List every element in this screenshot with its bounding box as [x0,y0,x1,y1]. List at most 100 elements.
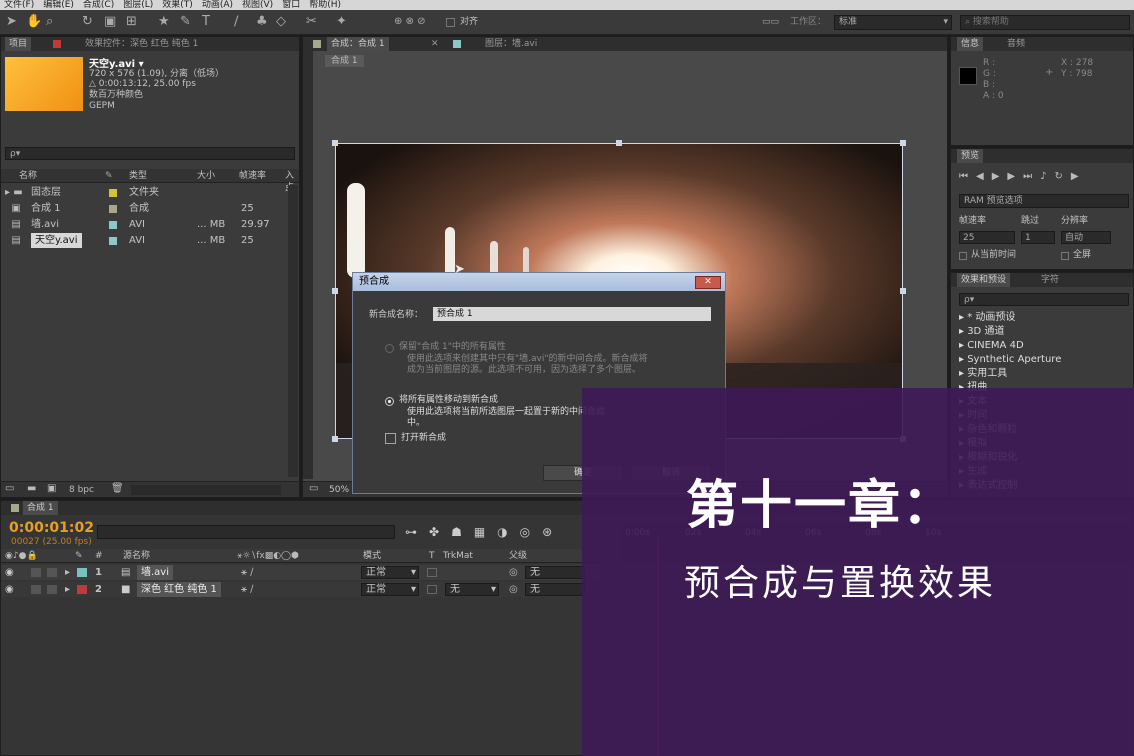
handle-ml[interactable] [332,288,338,294]
menu-item-6[interactable]: 视图(V) [242,0,273,10]
loop-icon[interactable]: ↻ [1055,171,1071,182]
effects-category[interactable]: ▸ 实用工具 [959,367,1007,381]
draft-3d-icon[interactable]: ✤ [429,525,451,539]
col-name[interactable]: 名称 [19,170,37,182]
brush-tool-icon[interactable]: ∕ [234,15,238,29]
layer-switch-icon[interactable]: ⚹ ∕ [241,565,254,580]
from-current-checkbox[interactable] [959,252,967,260]
project-item[interactable]: ▸ ▬ 固态层 文件夹 [1,185,285,200]
full-screen-checkbox[interactable] [1061,252,1069,260]
fps-select[interactable]: 25 [959,231,1015,244]
open-new-comp-checkbox[interactable] [385,433,396,444]
layer-name[interactable]: 深色 红色 纯色 1 [137,582,221,597]
new-comp-icon[interactable]: ▣ [47,483,56,494]
text-tool-icon[interactable]: T [202,15,210,29]
hand-tool-icon[interactable]: ✋ [26,15,42,29]
menu-item-4[interactable]: 效果(T) [162,0,193,10]
play-icon[interactable]: ▶ [992,171,1008,182]
roto-tool-icon[interactable]: ✂ [306,15,317,29]
project-item[interactable]: ▤ 天空y.avi AVI ... MB 25 [1,233,285,248]
comp-vscrollbar[interactable] [303,51,313,479]
solo-toggle[interactable] [31,568,41,577]
col-mode[interactable]: 模式 [363,550,381,562]
motion-blur-icon[interactable]: ◑ [497,525,519,539]
tab-effect-controls[interactable]: 效果控件：深色 红色 纯色 1 [81,37,202,51]
tab-effects-presets[interactable]: 效果和预设 [957,273,1011,287]
timeline-switches[interactable]: ⊶✤☗▦◑◎⊛ [405,525,564,539]
col-fps[interactable]: 帧速率 [239,170,266,182]
close-icon[interactable]: ✕ [695,276,721,289]
col-source-name[interactable]: 源名称 [123,550,150,562]
comp-mini-flowchart-icon[interactable]: ⊶ [405,525,429,539]
tab-project[interactable]: 项目 [5,37,32,51]
preserve-transparency-checkbox[interactable] [427,585,437,594]
interpret-footage-icon[interactable]: ▭ [5,483,14,494]
handle-tl[interactable] [332,140,338,146]
menu-item-0[interactable]: 文件(F) [4,0,34,10]
new-folder-icon[interactable]: ▬ [27,483,36,494]
timeline-layer-row[interactable]: ◉ ▸ 2 ■ 深色 红色 纯色 1 ⚹ ∕ 正常 ▾ 无 ▾ ◎ 无 [1,582,601,597]
pickwhip-icon[interactable]: ◎ [509,565,518,580]
search-help-input[interactable]: ⌕ 搜索帮助 [960,15,1130,30]
timeline-search-input[interactable] [97,525,395,539]
tab-audio[interactable]: 音频 [1003,37,1029,51]
blend-mode-select[interactable]: 正常 ▾ [361,566,419,579]
layer-switch-icon[interactable]: ⚹ ∕ [241,582,254,597]
handle-bl[interactable] [332,436,338,442]
tab-layer[interactable]: 图层：墙.avi [481,37,541,51]
zoom-level[interactable]: 50% [329,484,349,496]
option-keep-radio[interactable] [385,344,394,353]
blend-mode-select[interactable]: 正常 ▾ [361,583,419,596]
effects-category[interactable]: ▸ 3D 通道 [959,325,1004,339]
menu-item-2[interactable]: 合成(C) [83,0,114,10]
pickwhip-icon[interactable]: ◎ [509,582,518,597]
prev-frame-icon[interactable]: ◀ [976,171,992,182]
effects-category[interactable]: ▸ CINEMA 4D [959,339,1024,353]
eye-icon[interactable]: ◉ [5,582,14,597]
col-size[interactable]: 大小 [197,170,215,182]
new-comp-name-input[interactable]: 预合成 1 [433,307,711,321]
clone-tool-icon[interactable]: ♣ [256,15,268,29]
handle-mr[interactable] [900,288,906,294]
current-timecode[interactable]: 0:00:01:02 [9,520,94,536]
layer-name[interactable]: 墙.avi [137,565,174,580]
tab-info[interactable]: 信息 [957,37,984,51]
effects-category[interactable]: ▸ Synthetic Aperture [959,353,1061,367]
last-frame-icon[interactable]: ⏭ [1023,171,1040,182]
tab-character[interactable]: 字符 [1037,273,1063,287]
trkmat-select[interactable]: 无 ▾ [445,583,499,596]
eye-icon[interactable]: ◉ [5,565,14,580]
menu-item-3[interactable]: 图层(L) [123,0,153,10]
parent-select[interactable]: 无 [525,566,585,579]
menu-item-8[interactable]: 帮助(H) [309,0,341,10]
preserve-transparency-checkbox[interactable] [427,568,437,577]
tab-timeline-comp[interactable]: 合成 1 [23,501,58,515]
camera-tool-icon[interactable]: ▣ [104,15,116,29]
effects-search-input[interactable]: ρ▾ [959,293,1129,306]
zoom-tool-icon[interactable]: ⌕ [46,15,53,29]
project-vscrollbar[interactable] [288,185,298,477]
audio-icon[interactable]: ♪ [1040,171,1054,182]
col-type[interactable]: 类型 [129,170,147,182]
graph-editor-icon[interactable]: ◎ [520,525,542,539]
puppet-tool-icon[interactable]: ✦ [336,15,347,29]
layer-label-swatch[interactable] [77,585,87,594]
parent-select[interactable]: 无 [525,583,585,596]
resolution-select[interactable]: 自动 [1061,231,1111,244]
project-item[interactable]: ▤ 墙.avi AVI ... MB 29.97 [1,217,285,232]
selection-tool-icon[interactable]: ➤ [6,15,17,29]
skip-select[interactable]: 1 [1021,231,1055,244]
menu-item-1[interactable]: 编辑(E) [43,0,74,10]
mask-tool-icon[interactable]: ★ [158,15,170,29]
align-checkbox[interactable] [446,18,455,27]
brainstorm-icon[interactable]: ⊛ [542,525,564,539]
pan-behind-tool-icon[interactable]: ⊞ [126,15,137,29]
rotate-tool-icon[interactable]: ↻ [82,15,93,29]
solo-toggle[interactable] [31,585,41,594]
project-search-input[interactable]: ρ▾ [5,147,295,160]
shy-icon[interactable]: ☗ [451,525,474,539]
close-tab-icon[interactable]: ✕ [431,38,439,50]
col-trkmat[interactable]: TrkMat [443,550,473,562]
timeline-layer-row[interactable]: ◉ ▸ 1 ▤ 墙.avi ⚹ ∕ 正常 ▾ ◎ 无 [1,565,601,580]
workspace-select[interactable]: 标准 ▾ [834,15,952,30]
